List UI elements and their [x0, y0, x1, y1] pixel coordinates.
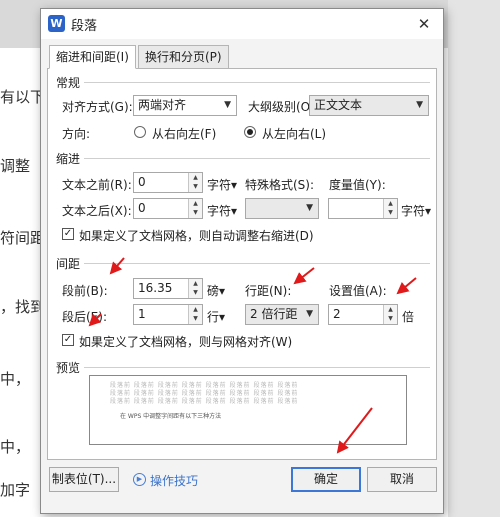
divider	[84, 82, 430, 83]
spin-down-icon[interactable]: ▼	[189, 208, 202, 217]
line-spacing-value: 2 倍行距	[250, 307, 298, 321]
spinner-buttons[interactable]: ▲ ▼	[188, 279, 202, 298]
ltr-label[interactable]: 从左向右(L)	[262, 125, 326, 142]
indent-before-value: 0	[138, 175, 146, 189]
spin-up-icon[interactable]: ▲	[189, 279, 202, 288]
indent-after-value: 0	[138, 201, 146, 215]
spin-up-icon[interactable]: ▲	[384, 199, 397, 208]
spin-down-icon[interactable]: ▼	[384, 208, 397, 217]
section-indent: 缩进	[56, 152, 81, 166]
divider	[84, 367, 430, 368]
doc-text-line: 中，	[0, 370, 31, 388]
indent-before-unit[interactable]: 字符▾	[207, 176, 237, 193]
measure-label: 度量值(Y):	[329, 178, 386, 192]
divider	[84, 158, 430, 159]
auto-adjust-indent-label[interactable]: 如果定义了文档网格，则自动调整右缩进(D)	[79, 227, 314, 244]
spinner-buttons[interactable]: ▲ ▼	[188, 173, 202, 192]
indent-after-label: 文本之后(X):	[62, 204, 132, 218]
spinner-buttons[interactable]: ▲ ▼	[383, 199, 397, 218]
chevron-down-icon: ▼	[416, 100, 423, 110]
wps-writer-icon: W	[48, 15, 65, 32]
doc-text-line: 中，	[0, 438, 31, 456]
direction-label: 方向:	[62, 127, 91, 141]
divider	[84, 263, 430, 264]
cancel-button[interactable]: 取消	[367, 467, 437, 492]
doc-text-line: ，找到	[0, 298, 46, 316]
indent-before-label: 文本之前(R):	[62, 178, 132, 192]
chevron-down-icon: ▼	[306, 203, 313, 213]
dialog-titlebar[interactable]: W 段落 ✕	[41, 9, 443, 39]
tab-stops-button[interactable]: 制表位(T)...	[49, 467, 119, 492]
spin-up-icon[interactable]: ▲	[189, 173, 202, 182]
snap-to-grid-label[interactable]: 如果定义了文档网格，则与网格对齐(W)	[79, 333, 292, 350]
special-format-label: 特殊格式(S):	[245, 178, 315, 192]
close-icon[interactable]: ✕	[413, 13, 435, 35]
spin-down-icon[interactable]: ▼	[189, 314, 202, 323]
paragraph-dialog: W 段落 ✕ 缩进和间距(I) 换行和分页(P) 常规 对齐方式(G): 两端对…	[40, 8, 444, 514]
spin-down-icon[interactable]: ▼	[384, 314, 397, 323]
alignment-label: 对齐方式(G):	[62, 100, 133, 114]
snap-to-grid-checkbox[interactable]: ✓	[62, 334, 74, 346]
doc-text-line: 符间距	[0, 229, 46, 247]
space-before-stepper[interactable]: 16.35 ▲ ▼	[133, 278, 203, 299]
spin-down-icon[interactable]: ▼	[189, 182, 202, 191]
section-spacing: 间距	[56, 257, 81, 271]
radio-ltr[interactable]	[244, 126, 256, 138]
setting-value: 2	[333, 307, 341, 321]
space-after-label: 段后(E):	[62, 310, 107, 324]
spinner-buttons[interactable]: ▲ ▼	[383, 305, 397, 324]
preview-box: 段落前 段落前 段落前 段落前 段落前 段落前 段落前 段落前 段落前 段落前 …	[89, 375, 407, 445]
document-margin	[448, 0, 500, 517]
spin-up-icon[interactable]: ▲	[189, 199, 202, 208]
doc-text-line: 调整	[0, 157, 31, 175]
alignment-value: 两端对齐	[138, 98, 187, 112]
tips-link[interactable]: 操作技巧	[150, 472, 198, 489]
auto-adjust-indent-checkbox[interactable]: ✓	[62, 228, 74, 240]
play-icon[interactable]: ▶	[133, 473, 146, 486]
special-format-select[interactable]: ▼	[245, 198, 319, 219]
line-spacing-label: 行距(N):	[245, 284, 292, 298]
alignment-select[interactable]: 两端对齐 ▼	[133, 95, 237, 116]
space-after-stepper[interactable]: 1 ▲ ▼	[133, 304, 203, 325]
setting-value-stepper[interactable]: 2 ▲ ▼	[328, 304, 398, 325]
measure-stepper[interactable]: ▲ ▼	[328, 198, 398, 219]
ok-button[interactable]: 确定	[291, 467, 361, 492]
indent-after-unit[interactable]: 字符▾	[207, 202, 237, 219]
chevron-down-icon: ▼	[306, 309, 313, 319]
spin-down-icon[interactable]: ▼	[189, 288, 202, 297]
space-before-value: 16.35	[138, 281, 173, 295]
outline-level-value: 正文文本	[314, 98, 363, 112]
space-before-unit[interactable]: 磅▾	[207, 282, 225, 299]
tab-panel: 常规 对齐方式(G): 两端对齐 ▼ 大纲级别(O): 正文文本 ▼ 方向: 从…	[47, 68, 437, 460]
setting-value-label: 设置值(A):	[329, 284, 387, 298]
space-after-value: 1	[138, 307, 146, 321]
doc-text-line: 有以下	[0, 88, 46, 106]
space-after-unit[interactable]: 行▾	[207, 308, 225, 325]
indent-after-stepper[interactable]: 0 ▲ ▼	[133, 198, 203, 219]
doc-text-line: 加字	[0, 481, 31, 499]
section-general: 常规	[56, 76, 81, 90]
tab-line-page-breaks[interactable]: 换行和分页(P)	[138, 45, 229, 69]
rtl-label[interactable]: 从右向左(F)	[152, 125, 216, 142]
section-preview: 预览	[56, 361, 81, 375]
line-spacing-select[interactable]: 2 倍行距 ▼	[245, 304, 319, 325]
space-before-label: 段前(B):	[62, 284, 108, 298]
indent-before-stepper[interactable]: 0 ▲ ▼	[133, 172, 203, 193]
spin-up-icon[interactable]: ▲	[189, 305, 202, 314]
setting-value-unit: 倍	[402, 310, 415, 324]
spinner-buttons[interactable]: ▲ ▼	[188, 305, 202, 324]
chevron-down-icon: ▼	[224, 100, 231, 110]
dialog-title: 段落	[71, 19, 98, 34]
spin-up-icon[interactable]: ▲	[384, 305, 397, 314]
tab-indent-spacing[interactable]: 缩进和间距(I)	[49, 45, 136, 69]
spinner-buttons[interactable]: ▲ ▼	[188, 199, 202, 218]
measure-unit[interactable]: 字符▾	[401, 202, 431, 219]
radio-rtl[interactable]	[134, 126, 146, 138]
preview-filler-line: 段落前 段落前 段落前 段落前 段落前 段落前 段落前 段落前	[110, 398, 299, 405]
outline-level-select[interactable]: 正文文本 ▼	[309, 95, 429, 116]
preview-sample-text: 在 WPS 中调整字间距有以下三种方法	[120, 413, 222, 420]
